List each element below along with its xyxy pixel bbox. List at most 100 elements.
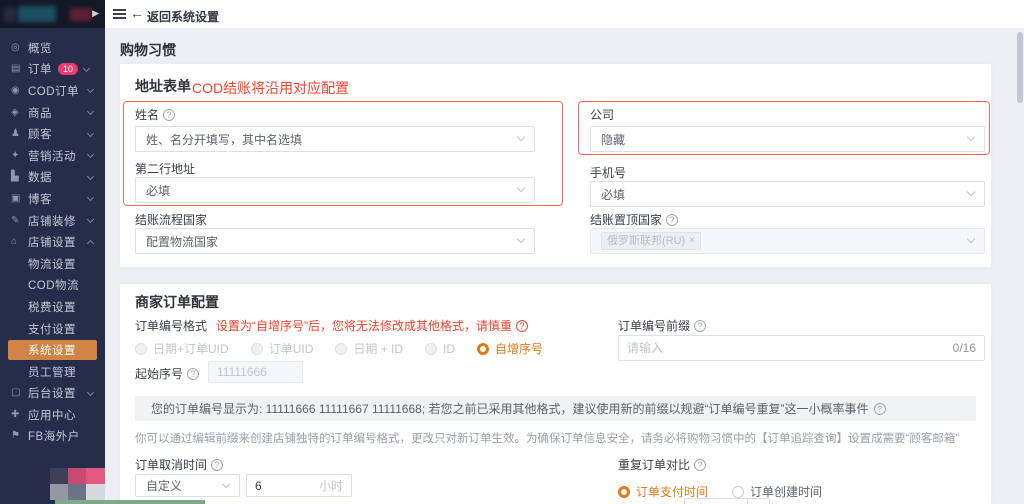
- sidebar-item-payment-settings[interactable]: 支付设置: [0, 318, 105, 340]
- start-number-label: 起始序号 ?: [135, 365, 199, 382]
- orders-count-badge: 10: [58, 63, 78, 75]
- sidebar-item-orders[interactable]: ▤ 订单 10: [0, 59, 105, 81]
- order-number-format-radio-group: 日期+订单UID 订单UID 日期 + ID ID 自增序号: [135, 340, 543, 357]
- cancel-time-label: 订单取消时间 ?: [135, 456, 223, 473]
- app-window: ▶ ◎ 概览 ▤ 订单 10 ◉ COD订单 ◈ 商品: [0, 0, 1024, 504]
- phone-field-label: 手机号: [590, 164, 626, 181]
- sidebar-item-backend-settings[interactable]: ▢ 后台设置: [0, 383, 105, 405]
- sidebar-item-system-settings[interactable]: 系统设置: [0, 339, 105, 361]
- phone-select[interactable]: 必填: [590, 181, 985, 207]
- address-form-card: 地址表单 COD结账将沿用对应配置 姓名 ? 姓、名分开填写，其中名选填 公司 …: [120, 64, 991, 267]
- chevron-down-icon: [87, 194, 94, 201]
- blog-icon: ▣: [11, 194, 28, 204]
- country-tag: 俄罗斯联邦(RU) ×: [601, 232, 701, 250]
- cancel-hours-input[interactable]: [247, 479, 319, 493]
- sidebar-item-staff-management[interactable]: 员工管理: [0, 361, 105, 383]
- help-icon[interactable]: ?: [874, 403, 886, 415]
- cancel-time-mode-select[interactable]: 自定义: [135, 474, 240, 497]
- radio-auto-increment[interactable]: 自增序号: [477, 340, 543, 357]
- start-number-input[interactable]: [208, 361, 303, 383]
- chevron-down-icon: [87, 173, 94, 180]
- help-icon[interactable]: ?: [211, 459, 223, 471]
- help-icon[interactable]: ?: [666, 214, 678, 226]
- sidebar-item-fb-overseas[interactable]: ⚑ FB海外户: [0, 426, 105, 448]
- marketing-icon: ✦: [11, 151, 28, 161]
- sidebar-item-customers[interactable]: ♟ 顾客: [0, 123, 105, 145]
- sidebar-item-app-center[interactable]: ✚ 应用中心: [0, 404, 105, 426]
- logo-redacted-block: [4, 7, 16, 22]
- chevron-down-icon: [87, 389, 94, 396]
- sidebar-item-cod-orders[interactable]: ◉ COD订单: [0, 80, 105, 102]
- chevron-down-icon: [517, 133, 525, 141]
- card-title: 地址表单: [135, 76, 191, 96]
- radio-date-order-uid[interactable]: 日期+订单UID: [135, 340, 229, 357]
- sidebar-item-analytics[interactable]: ▙ 数据: [0, 167, 105, 189]
- sidebar-item-products[interactable]: ◈ 商品: [0, 102, 105, 124]
- logo-redacted-block: [18, 6, 56, 22]
- sidebar-item-marketing[interactable]: ✦ 营销活动: [0, 145, 105, 167]
- cod-orders-icon: ◉: [11, 86, 28, 96]
- sidebar-item-blog[interactable]: ▣ 博客: [0, 188, 105, 210]
- pinned-country-select[interactable]: 俄罗斯联邦(RU) ×: [590, 228, 985, 254]
- logo-redacted-block: [70, 8, 92, 21]
- sidebar-collapse-icon[interactable]: ▶: [92, 8, 99, 18]
- sidebar-item-cod-logistics[interactable]: COD物流: [0, 275, 105, 297]
- analytics-icon: ▙: [11, 172, 28, 182]
- help-icon[interactable]: ?: [163, 109, 175, 121]
- chevron-down-icon: [967, 133, 975, 141]
- prefix-input-wrap: 0/16: [618, 335, 985, 361]
- prefix-input[interactable]: [619, 341, 953, 355]
- address2-select[interactable]: 必填: [135, 177, 535, 203]
- radio-id[interactable]: ID: [425, 340, 455, 357]
- name-format-select[interactable]: 姓、名分开填写，其中名选填: [135, 126, 535, 152]
- chevron-down-icon: [967, 188, 975, 196]
- radio-date-id[interactable]: 日期 + ID: [335, 340, 403, 357]
- app-center-icon: ✚: [11, 410, 28, 420]
- customers-icon: ♟: [11, 129, 28, 139]
- products-icon: ◈: [11, 108, 28, 118]
- sidebar-item-store-settings[interactable]: ⌂ 店铺设置: [0, 231, 105, 253]
- chevron-down-icon: [87, 86, 94, 93]
- help-icon[interactable]: ?: [187, 368, 199, 380]
- chevron-down-icon: [87, 216, 94, 223]
- help-icon[interactable]: ?: [694, 320, 706, 332]
- vertical-scrollbar-thumb[interactable]: [1017, 32, 1023, 103]
- redacted-taskbar-strip: [55, 500, 205, 504]
- chevron-down-icon: [83, 65, 90, 72]
- store-settings-icon: ⌂: [11, 237, 28, 247]
- page-title: 购物习惯: [120, 40, 176, 60]
- fb-overseas-icon: ⚑: [11, 431, 28, 441]
- company-field-label: 公司: [590, 106, 614, 123]
- chevron-down-icon: [517, 235, 525, 243]
- hamburger-icon[interactable]: [113, 9, 126, 19]
- chevron-down-icon: [87, 151, 94, 158]
- chevron-down-icon: [222, 479, 230, 487]
- store-design-icon: ✎: [11, 216, 28, 226]
- sidebar-item-logistics-settings[interactable]: 物流设置: [0, 253, 105, 275]
- radio-icon: [732, 486, 744, 498]
- sidebar: ▶ ◎ 概览 ▤ 订单 10 ◉ COD订单 ◈ 商品: [0, 0, 105, 504]
- help-icon[interactable]: ?: [516, 320, 528, 332]
- sidebar-item-tax-settings[interactable]: 税费设置: [0, 296, 105, 318]
- remove-tag-icon[interactable]: ×: [689, 233, 695, 249]
- format-warning-text: 设置为“自增序号”后，您将无法修改成其他格式，请慎重 ?: [216, 317, 528, 334]
- checkout-country-select[interactable]: 配置物流国家: [135, 228, 535, 254]
- cancel-hours-input-wrap: 小时: [246, 474, 352, 497]
- radio-selected-icon: [477, 343, 489, 355]
- prefix-helper-text: 你可以通过编辑前缀来创建店铺独特的订单编号格式，更改只对新订单生效。为确保订单信…: [135, 430, 959, 446]
- chevron-down-icon: [87, 108, 94, 115]
- order-number-preview-banner: 您的订单编号显示为: 11111666 11111667 11111668; 若…: [135, 396, 976, 421]
- partial-number-stepper[interactable]: [684, 498, 770, 504]
- radio-order-uid[interactable]: 订单UID: [251, 340, 314, 357]
- hours-unit-suffix: 小时: [319, 477, 351, 494]
- sidebar-item-store-design[interactable]: ✎ 店铺装修: [0, 210, 105, 232]
- back-to-system-settings-link[interactable]: 返回系统设置: [147, 8, 219, 25]
- overview-icon: ◎: [11, 43, 28, 53]
- company-select[interactable]: 隐藏: [590, 126, 985, 152]
- help-icon[interactable]: ?: [694, 459, 706, 471]
- sidebar-item-overview[interactable]: ◎ 概览: [0, 37, 105, 59]
- arrow-left-icon[interactable]: ←: [130, 5, 144, 21]
- radio-icon: [335, 343, 347, 355]
- chevron-up-icon: [87, 240, 94, 247]
- card-title: 商家订单配置: [135, 292, 219, 312]
